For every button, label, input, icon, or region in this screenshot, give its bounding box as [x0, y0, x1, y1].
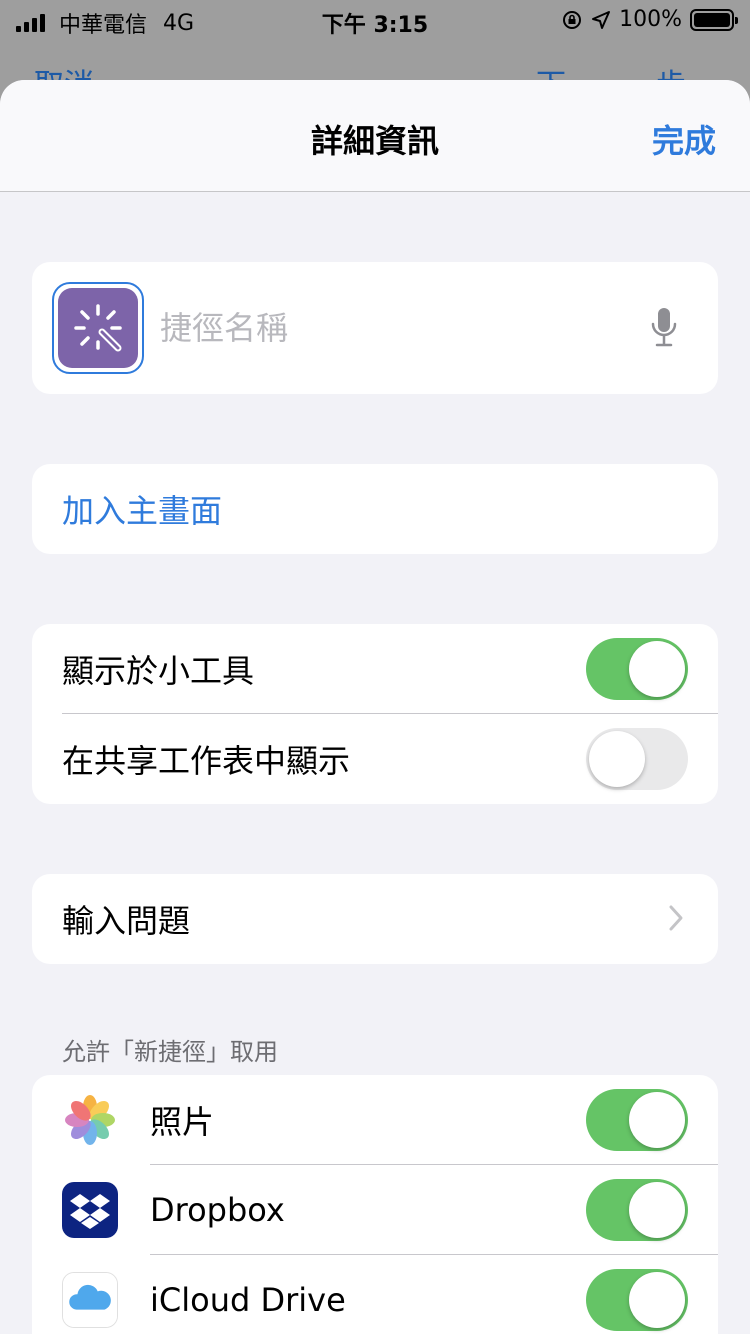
location-icon — [592, 10, 611, 29]
nav-bar: 詳細資訊 完成 — [0, 80, 750, 192]
input-question-card: 輸入問題 — [32, 874, 718, 964]
icloud-icon — [62, 1272, 118, 1328]
access-card: 照片 Dropbox iCloud Drive — [32, 1075, 718, 1334]
battery-percent: 100% — [619, 7, 682, 32]
visibility-card: 顯示於小工具 在共享工作表中顯示 — [32, 624, 718, 804]
shortcut-name-input[interactable] — [160, 300, 620, 356]
add-to-home-screen-button[interactable]: 加入主畫面 — [32, 464, 718, 554]
shortcut-icon-button[interactable] — [52, 282, 144, 374]
show-in-share-sheet-label: 在共享工作表中顯示 — [62, 742, 351, 780]
page-title: 詳細資訊 — [310, 122, 439, 160]
app-row-dropbox: Dropbox — [32, 1165, 718, 1255]
details-sheet: 詳細資訊 完成 捷徑名稱 加入主畫面 顯示於小工具 在共享工作表中顯示 輸入問題… — [0, 80, 750, 1334]
done-button[interactable]: 完成 — [652, 116, 716, 162]
app-label-photos: 照片 — [150, 1103, 215, 1141]
show-in-widget-toggle[interactable] — [586, 638, 688, 700]
show-in-widget-row: 顯示於小工具 — [32, 624, 718, 714]
microphone-icon[interactable] — [650, 306, 678, 348]
dropbox-access-toggle[interactable] — [586, 1179, 688, 1241]
add-home-card: 加入主畫面 — [32, 464, 718, 554]
chevron-right-icon — [669, 905, 683, 931]
app-label-dropbox: Dropbox — [150, 1191, 285, 1229]
app-row-photos: 照片 — [32, 1075, 718, 1165]
app-row-icloud: iCloud Drive — [32, 1255, 718, 1334]
add-to-home-screen-label: 加入主畫面 — [62, 492, 223, 530]
show-in-widget-label: 顯示於小工具 — [62, 652, 255, 690]
access-section-header: 允許「新捷徑」取用 — [62, 1038, 278, 1066]
orientation-lock-icon — [563, 10, 582, 29]
show-in-share-sheet-toggle[interactable] — [586, 728, 688, 790]
show-in-share-sheet-row: 在共享工作表中顯示 — [32, 714, 718, 804]
battery-icon — [690, 8, 738, 31]
magic-wand-icon — [58, 288, 138, 368]
status-bar: 中華電信 4G 下午 3:15 100% — [0, 0, 750, 40]
icloud-access-toggle[interactable] — [586, 1269, 688, 1331]
photos-access-toggle[interactable] — [586, 1089, 688, 1151]
photos-icon — [62, 1092, 118, 1148]
dropbox-icon — [62, 1182, 118, 1238]
input-question-row[interactable]: 輸入問題 — [32, 874, 718, 964]
app-label-icloud: iCloud Drive — [150, 1281, 346, 1319]
input-question-label: 輸入問題 — [62, 902, 191, 940]
shortcut-name-card — [32, 262, 718, 394]
